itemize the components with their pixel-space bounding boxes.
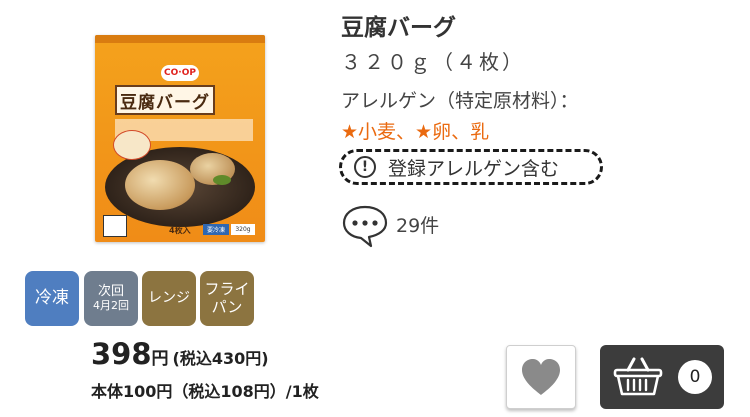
product-size: ３２０ｇ（４枚） bbox=[341, 50, 525, 74]
product-image[interactable]: CO·OP 豆腐バーグ 4枚入 要冷凍 320g bbox=[95, 35, 265, 242]
price: 398円 (税込430円) bbox=[91, 337, 269, 371]
package-mark bbox=[103, 215, 127, 237]
speech-bubble-icon[interactable] bbox=[341, 204, 389, 248]
tag-next-line1: 次回 bbox=[97, 283, 124, 299]
tag-frying-pan: フライ パン bbox=[200, 271, 254, 326]
price-tax-included: (税込430円) bbox=[172, 349, 269, 368]
registered-allergen-text: 登録アレルゲン含む bbox=[388, 157, 560, 180]
registered-allergen-notice[interactable]: ! 登録アレルゲン含む bbox=[339, 149, 603, 185]
package-badge bbox=[113, 130, 151, 160]
heart-icon bbox=[522, 359, 560, 395]
comment-count[interactable]: 29件 bbox=[396, 211, 439, 238]
allergen-label: アレルゲン（特定原材料）： bbox=[341, 90, 579, 112]
product-name[interactable]: 豆腐バーグ bbox=[341, 8, 456, 42]
favorite-button[interactable] bbox=[506, 345, 576, 409]
tag-next-delivery: 次回 4月2回 bbox=[84, 271, 138, 326]
garnish-illustration bbox=[213, 175, 231, 185]
allergen-items: ★小麦、★卵、乳 bbox=[341, 121, 490, 143]
tag-fry-line1: フライ bbox=[204, 280, 250, 299]
package-title: 豆腐バーグ bbox=[115, 85, 215, 115]
package-frozen-label: 要冷凍 bbox=[203, 224, 229, 235]
coop-logo: CO·OP bbox=[161, 65, 199, 81]
tag-microwave-label: レンジ bbox=[148, 290, 190, 307]
tag-frozen-label: 冷凍 bbox=[35, 287, 69, 308]
package-count-label: 4枚入 bbox=[169, 226, 191, 235]
price-value: 398 bbox=[91, 337, 152, 371]
exclamation-circle-icon: ! bbox=[354, 156, 376, 178]
tag-next-line2: 4月2回 bbox=[93, 298, 129, 312]
basket-icon bbox=[613, 357, 663, 396]
add-to-cart-button[interactable]: 0 bbox=[600, 345, 724, 409]
patty-illustration bbox=[125, 160, 195, 210]
tag-frozen: 冷凍 bbox=[25, 271, 79, 326]
tag-fry-line2: パン bbox=[211, 297, 243, 316]
package-weight-label: 320g bbox=[231, 224, 255, 235]
unit-price: 本体100円（税込108円）/1枚 bbox=[91, 382, 319, 401]
package-top-strip bbox=[95, 35, 265, 43]
price-currency: 円 bbox=[151, 349, 169, 369]
cart-count-badge: 0 bbox=[678, 360, 712, 394]
tag-microwave: レンジ bbox=[142, 271, 196, 326]
